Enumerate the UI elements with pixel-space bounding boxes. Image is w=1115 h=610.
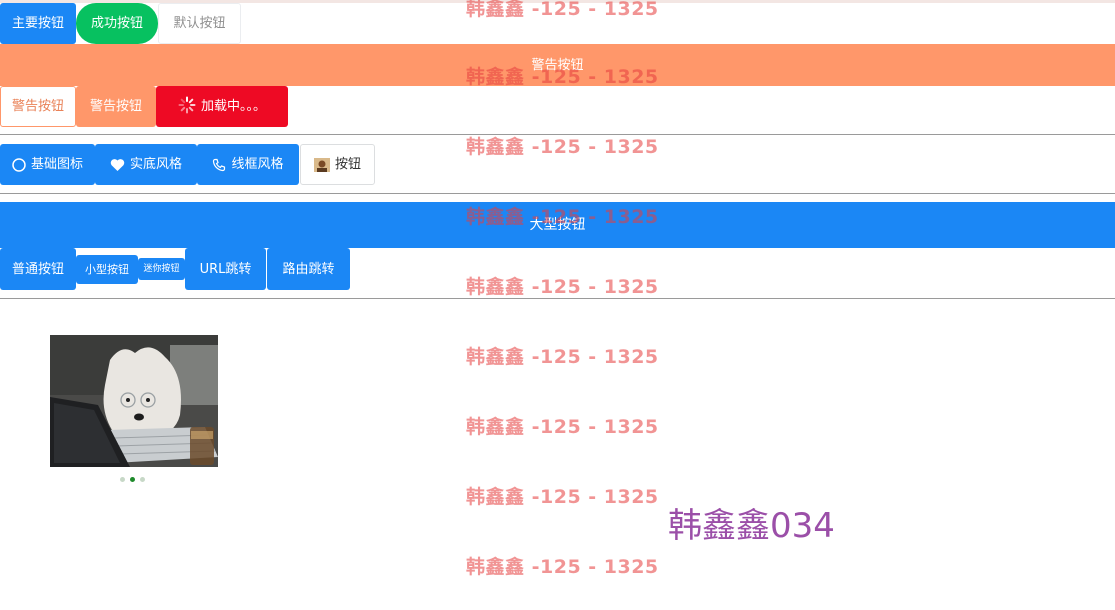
outline-style-button[interactable]: 线框风格 [197,144,299,185]
primary-button[interactable]: 主要按钮 [0,3,76,44]
mini-button-label: 迷你按钮 [143,263,180,274]
route-jump-button[interactable]: 路由跳转 [267,248,350,290]
swipe-indicator-dot[interactable] [120,477,125,482]
watermark-text: 韩鑫鑫 -125 - 1325 [466,0,659,20]
warning-plain-label: 警告按钮 [11,99,64,114]
route-jump-label: 路由跳转 [282,261,335,277]
circle-icon [12,157,26,172]
phone-icon [212,158,226,172]
success-button[interactable]: 成功按钮 [76,3,158,44]
url-jump-button[interactable]: URL跳转 [185,248,266,290]
default-button-label: 默认按钮 [173,16,226,31]
loading-spinner-icon [178,96,196,117]
dog-photo [50,335,218,467]
normal-button[interactable]: 普通按钮 [0,248,76,290]
heart-icon [110,158,125,172]
watermark-text: 韩鑫鑫 -125 - 1325 [466,346,659,368]
basic-icon-label: 基础图标 [30,157,83,172]
url-jump-label: URL跳转 [199,261,252,277]
divider [0,193,1115,194]
loading-label: 加载中。。。 [200,99,266,114]
watermark-text: 韩鑫鑫 -125 - 1325 [466,486,659,508]
image-icon-button[interactable]: 按钮 [300,144,375,185]
mini-button[interactable]: 迷你按钮 [138,258,185,280]
swipe-indicator-dot[interactable] [140,477,145,482]
basic-icon-button[interactable]: 基础图标 [0,144,95,185]
primary-button-label: 主要按钮 [11,16,64,31]
swipe-indicator-dot-active[interactable] [130,477,135,482]
default-button[interactable]: 默认按钮 [158,3,241,44]
swipe-image[interactable] [50,335,218,467]
watermark-text: 韩鑫鑫 -125 - 1325 [466,66,659,88]
image-button-label: 按钮 [334,157,361,172]
solid-style-label: 实底风格 [129,157,182,172]
solid-style-button[interactable]: 实底风格 [95,144,197,185]
watermark-text: 韩鑫鑫 -125 - 1325 [466,556,659,578]
watermark-text: 韩鑫鑫 -125 - 1325 [466,206,659,228]
avatar-image-icon [313,157,330,172]
warning-label: 警告按钮 [89,99,142,114]
normal-button-label: 普通按钮 [11,261,64,277]
small-button[interactable]: 小型按钮 [76,255,138,284]
success-button-label: 成功按钮 [90,16,143,31]
small-button-label: 小型按钮 [85,263,129,276]
watermark-text: 韩鑫鑫 -125 - 1325 [466,276,659,298]
signature-text: 韩鑫鑫034 [668,506,835,546]
swipe-indicators [120,477,145,482]
warning-button[interactable]: 警告按钮 [76,86,156,127]
warning-plain-button[interactable]: 警告按钮 [0,86,76,127]
watermark-text: 韩鑫鑫 -125 - 1325 [466,136,659,158]
loading-button[interactable]: 加载中。。。 [156,86,288,127]
outline-style-label: 线框风格 [231,157,284,172]
watermark-text: 韩鑫鑫 -125 - 1325 [466,416,659,438]
